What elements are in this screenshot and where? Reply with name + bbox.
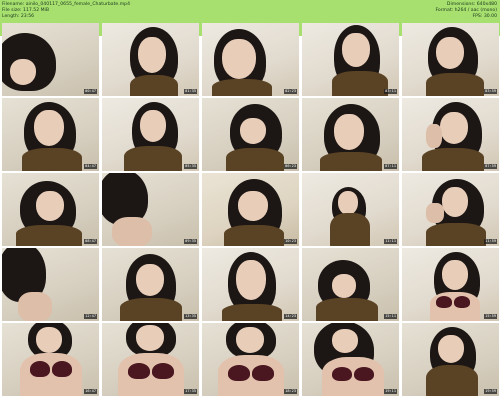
thumbnail[interactable]: 06:23	[202, 98, 299, 171]
timestamp-label: 02:23	[284, 89, 297, 94]
timestamp-label: 07:11	[384, 164, 397, 169]
thumbnail[interactable]: 00:47	[2, 23, 99, 96]
file-info-right: Dimensions: 640x480 Format: h264 / aac (…	[435, 2, 497, 20]
timestamp-label: 14:23	[284, 314, 297, 319]
thumbnail[interactable]: 15:59	[402, 248, 499, 321]
timestamp-label: 07:59	[484, 164, 497, 169]
timestamp-label: 05:35	[184, 164, 197, 169]
file-info-left: Filename: ainilo_040117_0655_female_Chat…	[2, 2, 130, 20]
thumbnail[interactable]: 15:11	[302, 248, 399, 321]
thumbnail[interactable]: 17:35	[102, 323, 199, 396]
thumbnail[interactable]: 12:47	[2, 248, 99, 321]
timestamp-label: 10:23	[284, 239, 297, 244]
timestamp-label: 15:11	[384, 314, 397, 319]
thumbnail[interactable]: 11:11	[302, 173, 399, 246]
thumbnail[interactable]: 10:23	[202, 173, 299, 246]
thumbnail[interactable]: 08:47	[2, 173, 99, 246]
timestamp-label: 17:35	[184, 389, 197, 394]
timestamp-label: 19:59	[484, 389, 497, 394]
thumbnail[interactable]: 03:11	[302, 23, 399, 96]
timestamp-label: 11:59	[484, 239, 497, 244]
timestamp-label: 01:35	[184, 89, 197, 94]
timestamp-label: 12:47	[84, 314, 97, 319]
thumbnail[interactable]: 19:59	[402, 323, 499, 396]
thumbnail[interactable]: 05:35	[102, 98, 199, 171]
thumbnail[interactable]: 16:47	[2, 323, 99, 396]
timestamp-label: 09:35	[184, 239, 197, 244]
thumbnail[interactable]: 07:11	[302, 98, 399, 171]
timestamp-label: 03:59	[484, 89, 497, 94]
timestamp-label: 00:47	[84, 89, 97, 94]
thumbnail[interactable]: 07:59	[402, 98, 499, 171]
timestamp-label: 19:11	[384, 389, 397, 394]
timestamp-label: 11:11	[384, 239, 397, 244]
thumbnail[interactable]: 09:35	[102, 173, 199, 246]
timestamp-label: 04:47	[84, 164, 97, 169]
timestamp-label: 06:23	[284, 164, 297, 169]
timestamp-label: 15:59	[484, 314, 497, 319]
timestamp-label: 16:47	[84, 389, 97, 394]
length-text: Length: 23:56	[2, 14, 35, 19]
timestamp-label: 18:23	[284, 389, 297, 394]
thumbnail[interactable]: 19:11	[302, 323, 399, 396]
thumbnail[interactable]: 03:59	[402, 23, 499, 96]
thumbnail[interactable]: 04:47	[2, 98, 99, 171]
thumbnail[interactable]: 11:59	[402, 173, 499, 246]
timestamp-label: 08:47	[84, 239, 97, 244]
timestamp-label: 03:11	[384, 89, 397, 94]
thumbnail[interactable]: 02:23	[202, 23, 299, 96]
thumbnail-grid: 00:47 01:35 02:23 03:11 03:59 04:47 05:3…	[2, 23, 499, 399]
thumbnail[interactable]: 18:23	[202, 323, 299, 396]
thumbnail[interactable]: 14:23	[202, 248, 299, 321]
timestamp-label: 13:35	[184, 314, 197, 319]
thumbnail[interactable]: 13:35	[102, 248, 199, 321]
fps-text: FPS: 30.00	[472, 14, 498, 19]
thumbnail[interactable]: 01:35	[102, 23, 199, 96]
